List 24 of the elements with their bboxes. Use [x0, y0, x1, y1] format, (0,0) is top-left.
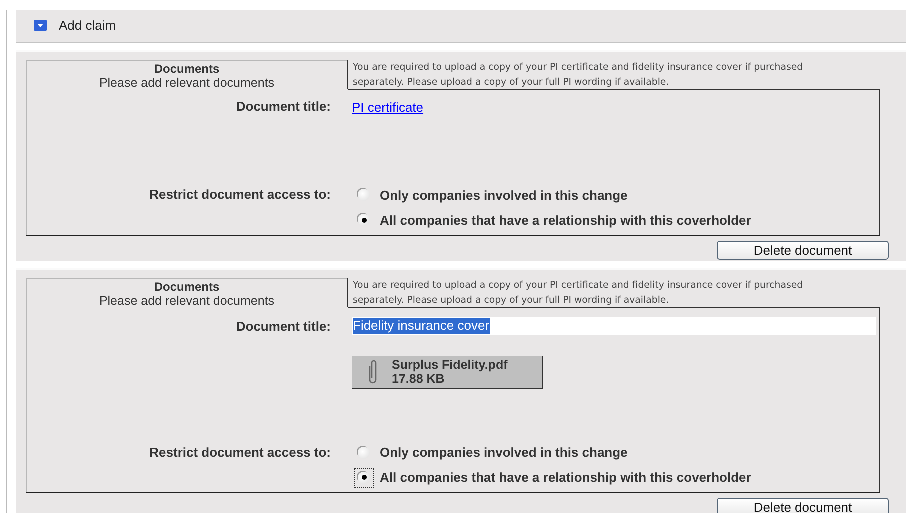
documents-subheading: Please add relevant documents [98, 294, 276, 309]
documents-heading: Documents [153, 62, 221, 76]
access-label: Restrict document access to: [150, 186, 332, 203]
section-title: Add claim [59, 18, 116, 34]
documents-heading: Documents [153, 280, 221, 294]
radio-label: All companies that have a relationship with this coverholder [380, 469, 752, 486]
delete-document-button[interactable]: Delete document [717, 498, 889, 513]
attachment-chip[interactable]: Surplus Fidelity.pdf 17.88 KB [352, 356, 543, 389]
delete-document-button[interactable]: Delete document [717, 240, 889, 260]
collapse-toggle-icon[interactable] [34, 20, 47, 32]
document-title-label: Document title: [236, 98, 332, 115]
access-label: Restrict document access to: [150, 444, 332, 461]
document-title-field[interactable]: Fidelity insurance cover [352, 317, 876, 335]
attachment-name: Surplus Fidelity.pdf [392, 358, 508, 372]
upload-notice: You are required to upload a copy of your PI certificate and fidelity insurance cover if purchased separately. Please upload a copy of your full PI wording if available. [347, 278, 880, 307]
attachment-size: 17.88 KB [392, 372, 446, 386]
radio-label: Only companies involved in this change [380, 444, 628, 461]
radio-label: Only companies involved in this change [380, 186, 628, 204]
document-title-label: Document title: [236, 318, 332, 335]
radio-button[interactable] [354, 468, 374, 488]
upload-notice: You are required to upload a copy of your PI certificate and fidelity insurance cover if purchased separately. Please upload a copy of your full PI wording if available. [347, 60, 880, 89]
document-title-link[interactable]: PI certificate [352, 98, 879, 116]
documents-subheading: Please add relevant documents [98, 76, 276, 91]
radio-label: All companies that have a relationship with this coverholder [380, 212, 752, 229]
